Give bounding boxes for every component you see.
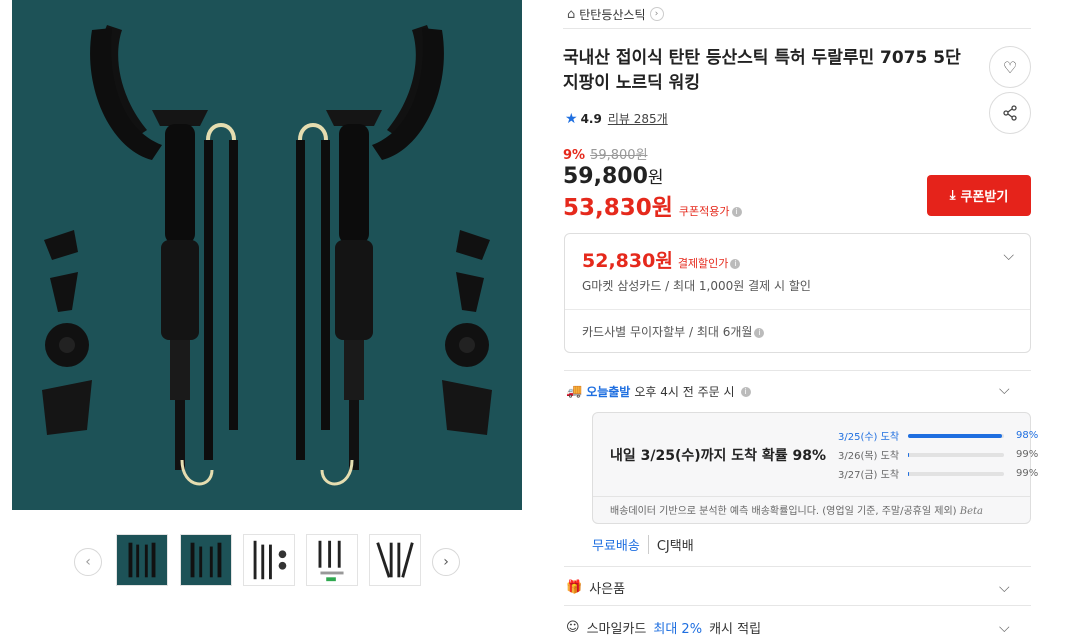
- thumbnail-image-icon: [253, 540, 287, 580]
- product-title: 국내산 접이식 탄탄 등산스틱 특허 두랄루민 7075 5단 지팡이 노르딕 …: [563, 48, 961, 93]
- download-icon: ⤓: [949, 188, 956, 203]
- gift-row[interactable]: 🎁 사은품 ⌵: [566, 578, 1031, 598]
- coupon-button-label: 쿠폰받기: [960, 190, 1009, 205]
- chevron-down-icon[interactable]: ⌵: [999, 580, 1010, 596]
- probability-bar: [908, 471, 1004, 476]
- smilecard-icon: ☺: [566, 620, 580, 635]
- gift-label: 사은품: [589, 582, 626, 597]
- thumbnail-image-icon: [128, 542, 156, 578]
- rating-score: 4.9: [580, 111, 602, 126]
- heart-icon: ♡: [1002, 57, 1018, 77]
- trekking-poles-illustration: [42, 25, 492, 486]
- coupon-price-label: 쿠폰적용가 i: [679, 203, 742, 219]
- wishlist-button[interactable]: ♡: [989, 46, 1031, 88]
- probability-row: 3/27(금) 도착 99%: [838, 468, 1039, 481]
- carrier-label: CJ택배: [647, 535, 694, 554]
- thumbnail-3[interactable]: [243, 534, 295, 586]
- share-button[interactable]: [989, 92, 1031, 134]
- thumbnail-strip: ‹ ›: [74, 534, 464, 590]
- original-price: 59,800원: [590, 148, 648, 163]
- probability-fill: [908, 433, 1003, 438]
- divider: [563, 28, 1031, 29]
- probability-bar: [908, 452, 1004, 457]
- gift-icon: 🎁: [566, 580, 583, 595]
- free-shipping-label: 무료배송: [592, 539, 640, 554]
- coupon-price-row: 53,830원 쿠폰적용가 i: [563, 188, 742, 222]
- sale-price-number: 59,800: [563, 164, 648, 189]
- card-discount-box[interactable]: 52,830원 결제할인가 i ⌵ G마켓 삼성카드 / 최대 1,000원 결제…: [564, 233, 1031, 353]
- thumbnail-1[interactable]: [116, 534, 168, 586]
- rating: ★ 4.9 리뷰 285개: [565, 110, 668, 127]
- info-icon[interactable]: i: [740, 386, 751, 397]
- probability-row: 3/26(목) 도착 99%: [838, 449, 1039, 462]
- thumbnail-image-icon: [318, 540, 344, 582]
- breadcrumb[interactable]: ⌂ 탄탄등산스틱 ›: [567, 3, 664, 25]
- star-icon: ★: [565, 110, 578, 127]
- info-icon[interactable]: i: [731, 207, 742, 217]
- thumbnail-5[interactable]: [369, 534, 421, 586]
- thumbnail-image-icon: [376, 542, 414, 578]
- sale-price: 59,800원: [563, 163, 664, 189]
- thumbnail-4[interactable]: [306, 534, 358, 586]
- info-icon[interactable]: i: [754, 327, 765, 338]
- share-icon: [1003, 105, 1017, 121]
- info-icon[interactable]: i: [730, 259, 741, 269]
- divider: [564, 566, 1031, 567]
- home-icon[interactable]: ⌂: [567, 7, 575, 22]
- truck-icon: 🚚: [566, 384, 583, 399]
- smilecard-row[interactable]: ☺ 스마일카드 최대 2% 캐시 적립 ⌵: [566, 618, 1031, 638]
- today-shipping-badge: 오늘출발: [586, 385, 631, 399]
- sale-price-unit: 원: [647, 168, 664, 188]
- probability-row: 3/25(수) 도착 98%: [838, 430, 1039, 443]
- delivery-note: 배송데이터 기반으로 분석한 예측 배송확률입니다. (영업일 기준, 주말/공…: [610, 506, 983, 517]
- chevron-right-icon[interactable]: ›: [649, 7, 664, 21]
- price-original-row: 9% 59,800원: [563, 144, 648, 163]
- probability-fill: [908, 471, 909, 476]
- coupon-price: 53,830원: [563, 195, 673, 221]
- thumbnail-image-icon: [190, 542, 222, 578]
- delivery-probability-box: 내일 3/25(수)까지 도착 확률 98% 3/25(수) 도착 98% 3/…: [592, 412, 1038, 524]
- smilecard-highlight: 최대 2%: [653, 622, 703, 637]
- installment-info: 카드사별 무이자할부 / 최대 6개월 i: [582, 323, 765, 340]
- smilecard-suffix: 캐시 적립: [709, 622, 762, 637]
- beta-badge: Beta: [959, 506, 983, 517]
- card-discount-price: 52,830원: [582, 250, 673, 272]
- delivery-headline: 내일 3/25(수)까지 도착 확률 98%: [610, 448, 827, 464]
- shipping-method: 무료배송 CJ택배: [592, 535, 694, 554]
- card-discount-desc: G마켓 삼성카드 / 최대 1,000원 결제 시 할인: [582, 279, 811, 293]
- review-link[interactable]: 리뷰 285개: [608, 110, 668, 127]
- thumbnail-2[interactable]: [180, 534, 232, 586]
- probability-bar: [908, 433, 1004, 438]
- coupon-download-button[interactable]: ⤓ 쿠폰받기: [927, 175, 1031, 216]
- shipping-cutoff: 오후 4시 전 주문 시: [634, 385, 735, 399]
- discount-rate: 9%: [563, 148, 586, 163]
- chevron-left-icon: ‹: [85, 554, 91, 570]
- divider: [593, 496, 1030, 497]
- chevron-up-icon[interactable]: ⌵: [999, 382, 1010, 398]
- divider: [564, 370, 1031, 371]
- thumbnail-prev-button[interactable]: ‹: [74, 548, 102, 576]
- thumbnail-next-button[interactable]: ›: [432, 548, 460, 576]
- chevron-right-icon: ›: [443, 554, 449, 570]
- card-discount-label: 결제할인가 i: [678, 255, 741, 271]
- chevron-down-icon[interactable]: ⌵: [999, 620, 1010, 636]
- divider: [564, 605, 1031, 606]
- chevron-down-icon[interactable]: ⌵: [1003, 248, 1014, 264]
- divider: [565, 309, 1030, 310]
- card-discount-price-row: 52,830원 결제할인가 i: [582, 246, 741, 273]
- main-product-image[interactable]: [12, 0, 522, 510]
- smilecard-prefix: 스마일카드: [586, 622, 647, 637]
- shipping-today-row[interactable]: 🚚 오늘출발 오후 4시 전 주문 시 i: [566, 383, 751, 400]
- probability-fill: [908, 452, 909, 457]
- breadcrumb-category[interactable]: 탄탄등산스틱: [579, 6, 645, 23]
